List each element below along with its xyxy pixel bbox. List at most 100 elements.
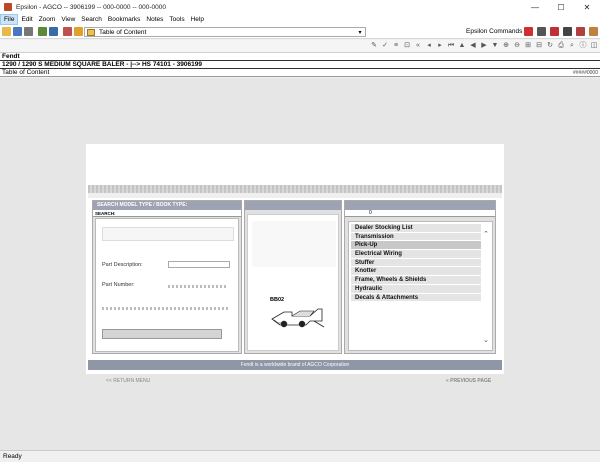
category-item[interactable]: Decals & Attachments [351,293,481,303]
status-text: Ready [3,453,22,460]
menu-view[interactable]: View [58,14,78,25]
search-row: SEARCH: [93,210,241,217]
report-icon[interactable] [576,27,585,36]
app-icon [4,3,12,11]
header-stripe-shadow [88,193,502,198]
menu-tools[interactable]: Tools [166,14,187,25]
down-icon[interactable]: ▼ [491,42,499,50]
scroll-down-icon[interactable]: ⌄ [483,336,489,344]
category-list[interactable]: Dealer Stocking List Transmission Pick-U… [348,221,493,351]
category-item[interactable]: Electrical Wiring [351,250,481,259]
save-icon[interactable] [13,27,22,36]
category-pane-header [345,201,495,210]
left-arrow-icon[interactable]: ◀ [469,42,477,50]
info-icon[interactable]: ⓘ [579,42,587,50]
edit-icon[interactable]: ✎ [370,42,378,50]
status-bar: Ready [0,450,600,462]
section-text: Table of Content [2,69,50,76]
chevron-down-icon[interactable]: ▾ [355,29,365,36]
part-description-label: Part Description: [102,262,143,268]
book-icon [87,28,95,36]
note-icon[interactable] [74,27,83,36]
navigation-toolbar: ✎ ✓ ≡ ⊡ « ◂ ▸ ⏮ ▲ ◀ ▶ ▼ ⊕ ⊖ ⊞ ⊟ ↻ ⎙ ⌕ ⓘ … [0,40,600,53]
zoom-out-icon[interactable]: ⊖ [513,42,521,50]
model-info-box [252,221,336,267]
menu-search[interactable]: Search [78,14,105,25]
category-item[interactable]: Hydraulic [351,284,481,294]
book-type-select[interactable] [102,227,234,241]
bookmark-icon[interactable] [63,27,72,36]
print-icon[interactable] [24,27,33,36]
copy-icon[interactable] [38,27,47,36]
menu-bar: File Edit Zoom View Search Bookmarks Not… [0,14,600,25]
category-item[interactable]: Transmission [351,232,481,242]
previous-page-link[interactable]: « PREVIOUS PAGE [446,378,491,384]
window-controls: — ☐ ✕ [522,0,600,14]
cart-icon[interactable] [563,27,572,36]
search-form: Part Description: Part Number: [95,218,239,352]
fit-width-icon[interactable]: ⊟ [535,42,543,50]
menu-bookmarks[interactable]: Bookmarks [105,14,144,25]
baler-illustration[interactable] [270,303,326,329]
document-header: Fendt 1290 / 1290 S MEDIUM SQUARE BALER … [0,53,600,77]
category-item[interactable]: Pick-Up [351,241,481,251]
fit-page-icon[interactable]: ⊞ [524,42,532,50]
category-item[interactable]: Frame, Wheels & Shields [351,276,481,285]
list-icon[interactable]: ≡ [392,42,400,50]
category-item[interactable]: Knotter [351,267,481,277]
epsilon-commands-icons [522,27,600,36]
search-pane-header: SEARCH MODEL TYPE / BOOK TYPE: [93,201,241,210]
menu-file[interactable]: File [0,14,19,25]
option-row[interactable] [102,307,228,310]
tools-icon[interactable] [589,27,598,36]
navigation-icons: ✎ ✓ ≡ ⊡ « ◂ ▸ ⏮ ▲ ◀ ▶ ▼ ⊕ ⊖ ⊞ ⊟ ↻ ⎙ ⌕ ⓘ … [370,42,600,50]
scroll-up-icon[interactable]: ⌃ [483,230,489,238]
back-double-icon[interactable]: « [414,42,422,50]
catalog-panel: SEARCH MODEL TYPE / BOOK TYPE: SEARCH: P… [86,144,504,374]
up-icon[interactable]: ▲ [458,42,466,50]
alert-icon[interactable] [524,27,533,36]
main-toolbar: Table of Content ▾ Epsilon Commands --> [0,25,600,39]
model-text: 1290 / 1290 S MEDIUM SQUARE BALER - |-->… [2,61,202,68]
search-button[interactable] [102,329,222,339]
part-number-input[interactable] [168,285,228,288]
menu-help[interactable]: Help [188,14,207,25]
first-page-icon[interactable]: ⏮ [447,42,455,50]
title-bar: Epsilon - AGCO -- 3906199 -- 000-0000 --… [0,0,600,14]
back-icon[interactable]: ◂ [425,42,433,50]
close-button[interactable]: ✕ [574,0,600,14]
parts-icon[interactable] [537,27,546,36]
toc-dropdown[interactable]: Table of Content ▾ [84,27,366,37]
brand-label: Fendt [0,53,600,61]
category-pane: 0 Dealer Stocking List Transmission Pick… [344,200,496,354]
menu-notes[interactable]: Notes [143,14,166,25]
window-title: Epsilon - AGCO -- 3906199 -- 000-0000 --… [16,3,166,11]
open-folder-icon[interactable] [2,27,11,36]
model-label: 1290 / 1290 S MEDIUM SQUARE BALER - |-->… [0,61,600,69]
content-area: SEARCH MODEL TYPE / BOOK TYPE: SEARCH: P… [0,78,600,450]
return-menu-link[interactable]: << RETURN MENU [106,378,150,384]
menu-zoom[interactable]: Zoom [36,14,59,25]
bookmark-nav-icon[interactable]: ⊡ [403,42,411,50]
order-icon[interactable] [550,27,559,36]
section-label: Table of Content #####0000 [0,69,600,77]
zoom-in-icon[interactable]: ⊕ [502,42,510,50]
refresh-icon[interactable]: ↻ [546,42,554,50]
forward-icon[interactable]: ▸ [436,42,444,50]
window-icon[interactable]: ◫ [590,42,598,50]
header-stripe [88,185,502,193]
part-number-label: Part Number: [102,282,135,288]
category-code: 0 [345,210,495,217]
model-body: BB02 [247,214,339,351]
category-item[interactable]: Stuffer [351,258,481,268]
right-arrow-icon[interactable]: ▶ [480,42,488,50]
minimize-button[interactable]: — [522,0,548,14]
category-item[interactable]: Dealer Stocking List [351,224,481,233]
part-description-input[interactable] [168,261,230,268]
search-icon[interactable]: ⌕ [568,42,576,50]
paste-icon[interactable] [49,27,58,36]
check-icon[interactable]: ✓ [381,42,389,50]
print-page-icon[interactable]: ⎙ [557,42,565,50]
menu-edit[interactable]: Edit [18,14,35,25]
maximize-button[interactable]: ☐ [548,0,574,14]
